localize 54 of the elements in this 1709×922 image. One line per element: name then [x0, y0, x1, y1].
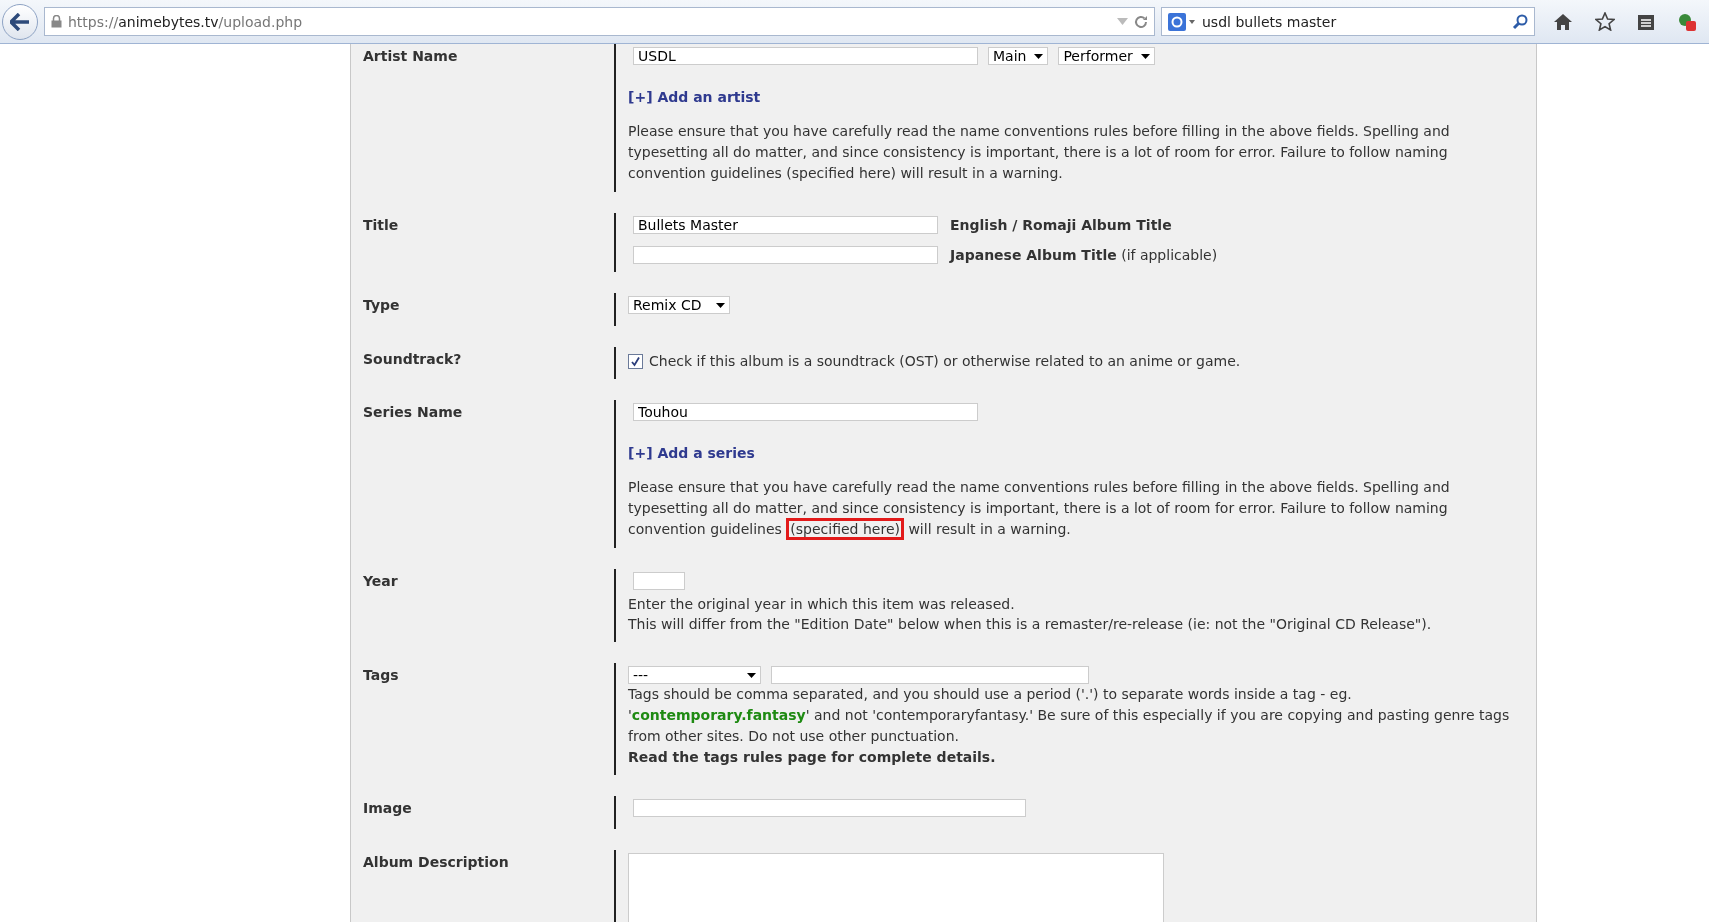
specified-here-link[interactable]: (specified here)	[786, 165, 896, 181]
lock-icon	[51, 15, 62, 28]
field-label: Soundtrack?	[363, 350, 462, 367]
tags-help-text: Tags should be comma separated, and you should use a period ('.') to separate words inside a tag - eg. 'contemporary.fantasy' and not 'contemporaryfantasy.' Be sure of this especially if you are copying and pasting genre tags from other sites. Do not use other punctuation.	[628, 685, 1511, 746]
search-icon[interactable]	[1512, 13, 1528, 30]
text-input[interactable]	[633, 246, 938, 264]
naming-notice: Please ensure that you have carefully read the name conventions rules before filling in the above fields. Spelling and typesetting all do matter, and since consistency is important, there is a lot of room for error. Failure to follow naming convention guidelines (specified here) will result in a warning.	[628, 122, 1451, 183]
reload-icon[interactable]	[1134, 14, 1148, 29]
field-note: (if applicable)	[1121, 247, 1218, 263]
checkbox-label: Check if this album is a soundtrack (OST) or otherwise related to an anime or game.	[649, 353, 1241, 369]
field-caption: Japanese Album Title	[950, 247, 1117, 263]
caret-icon	[1140, 53, 1150, 59]
field-caption: English / Romaji Album Title	[950, 217, 1172, 233]
field-label: Title	[363, 216, 399, 233]
search-text: usdl bullets master	[1202, 13, 1338, 30]
text-input[interactable]: USDL	[633, 47, 978, 65]
dropdown[interactable]: Remix CD	[628, 296, 730, 314]
star-icon[interactable]	[1595, 12, 1615, 31]
caret-icon	[716, 302, 725, 308]
text-input[interactable]: Bullets Master	[633, 216, 938, 234]
image-input[interactable]	[633, 799, 1026, 817]
specified-here-link[interactable]: (specified here)	[786, 518, 904, 540]
extension-icon[interactable]	[1677, 11, 1697, 32]
naming-notice: Please ensure that you have carefully read the name conventions rules before filling in the above fields. Spelling and typesetting all do matter, and since consistency is important, there is a lot of room for error. Failure to follow naming convention guidelines (specified here) will result in a warning.	[628, 477, 1463, 540]
tags-rules-text: Read the tags rules page for complete details.	[628, 748, 996, 767]
caret-icon	[1034, 53, 1044, 59]
caret-icon	[747, 672, 756, 678]
field-label: Type	[363, 296, 400, 313]
year-help-text: This will differ from the "Edition Date" below when this is a remaster/re-release (ie: not the "Original CD Release").	[628, 615, 1432, 634]
dropdown[interactable]: Main	[988, 47, 1049, 65]
field-label: Series Name	[363, 403, 463, 420]
soundtrack-checkbox[interactable]	[628, 353, 643, 369]
url-text: https://animebytes.tv/upload.php	[68, 13, 304, 30]
year-input[interactable]	[633, 572, 685, 590]
search-bar[interactable]: usdl bullets master	[1161, 7, 1535, 36]
add-link[interactable]: [+] Add a series	[628, 445, 755, 461]
field-label: Artist Name	[363, 47, 458, 64]
dropdown[interactable]: ---	[628, 666, 761, 684]
search-engine-icon[interactable]	[1168, 12, 1196, 31]
field-label: Year	[363, 572, 398, 589]
dropdown[interactable]: Performer	[1058, 47, 1155, 65]
field-label: Album Description	[363, 853, 509, 870]
field-label: Image	[363, 799, 412, 816]
home-icon[interactable]	[1553, 12, 1573, 31]
field-label: Tags	[363, 666, 399, 683]
add-link[interactable]: [+] Add an artist	[628, 89, 761, 105]
tags-input[interactable]	[771, 666, 1089, 684]
text-input[interactable]: Touhou	[633, 403, 978, 421]
checkmark-icon	[630, 355, 641, 367]
address-bar[interactable]: https://animebytes.tv/upload.php	[44, 7, 1155, 36]
list-icon[interactable]	[1637, 12, 1655, 31]
back-arrow-icon	[10, 12, 30, 31]
back-button[interactable]	[2, 3, 38, 40]
year-help-text: Enter the original year in which this item was released.	[628, 595, 1015, 614]
